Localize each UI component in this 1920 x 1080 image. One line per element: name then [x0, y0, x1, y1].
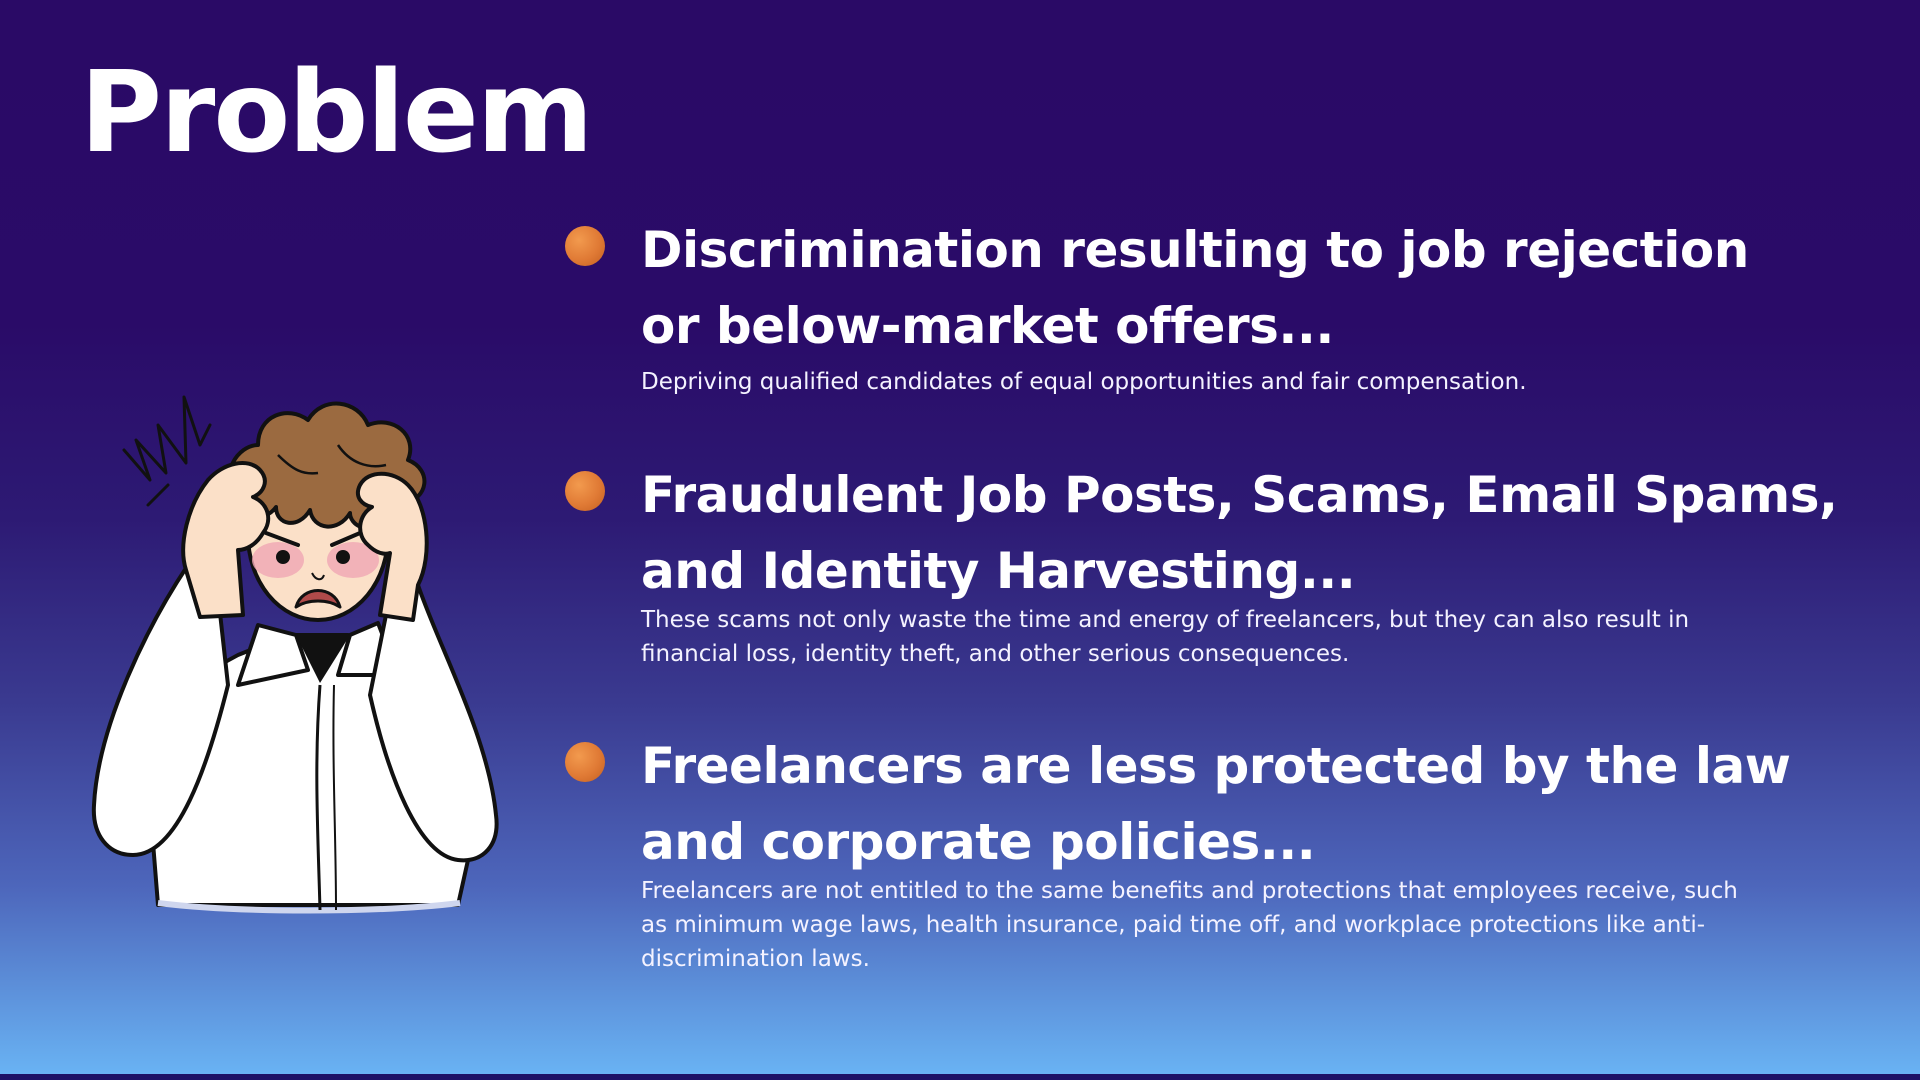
heading-line: or below-market offers... [641, 297, 1334, 355]
heading-line: and corporate policies... [641, 813, 1316, 871]
stress-scribble [122, 395, 212, 482]
left-hand [181, 461, 271, 619]
right-eye [336, 550, 350, 564]
left-eye [276, 550, 290, 564]
stressed-man-holding-head-icon [91, 395, 499, 914]
bullet-dot-icon [565, 742, 605, 782]
heading-line: Discrimination resulting to job rejectio… [641, 221, 1749, 279]
slide-title: Problem [80, 48, 593, 178]
bullet-dot-icon [565, 471, 605, 511]
point-description: These scams not only waste the time and … [641, 607, 1690, 667]
point-heading: Fraudulent Job Posts, Scams, Email Spams… [641, 457, 1861, 609]
heading-line: Fraudulent Job Posts, Scams, Email Spams… [641, 466, 1838, 524]
bullet-dot-icon [565, 226, 605, 266]
right-hand [355, 471, 429, 622]
heading-line: Freelancers are less protected by the la… [641, 737, 1791, 795]
bottom-bar [0, 1074, 1920, 1080]
heading-line: and Identity Harvesting... [641, 542, 1356, 600]
point-heading: Freelancers are less protected by the la… [641, 728, 1861, 880]
slide: Problem Discrimination resulting to job … [0, 0, 1920, 1080]
point-heading: Discrimination resulting to job rejectio… [641, 212, 1861, 364]
point-description: Depriving qualified candidates of equal … [641, 369, 1527, 395]
stress-scribble-tail [146, 483, 170, 507]
point-description: Freelancers are not entitled to the same… [641, 878, 1738, 972]
